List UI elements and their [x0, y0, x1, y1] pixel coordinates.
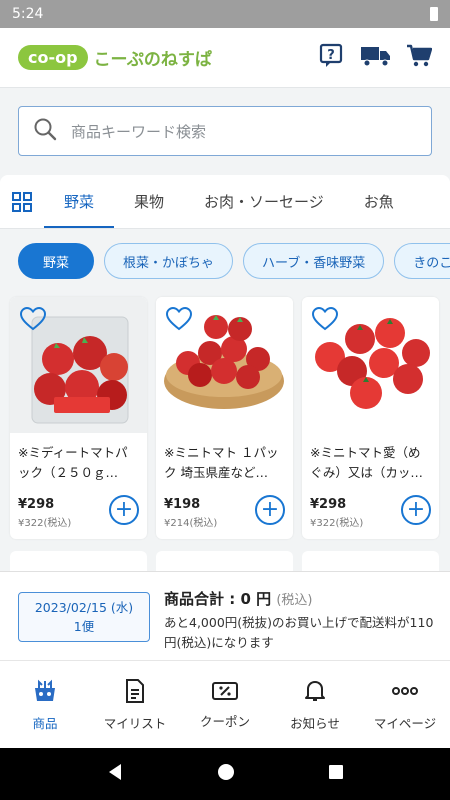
product-card[interactable]: ※ミニトマト愛（めぐみ）又は（カッ… ¥298 ¥322(税込) + — [302, 297, 439, 539]
product-name[interactable]: ※ミディートマトパック（２５０ｇ… — [10, 433, 147, 495]
product-card[interactable]: ※ミディートマトパック（２５０ｇ… ¥298 ¥322(税込) + — [10, 297, 147, 539]
coop-logo[interactable]: co-op — [18, 45, 88, 70]
favorite-heart-icon[interactable] — [19, 306, 47, 335]
nav-mylist-label: マイリスト — [103, 715, 167, 731]
nav-mylist[interactable]: マイリスト — [90, 661, 180, 748]
svg-text:?: ? — [327, 48, 335, 63]
product-price-tax: ¥322(税込) — [18, 518, 72, 529]
delivery-slot: 1便 — [73, 619, 95, 634]
product-name[interactable]: ※ミニトマト １パック 埼玉県産など… — [156, 433, 293, 495]
chip-root-vegetables[interactable]: 根菜・かぼちゃ — [104, 243, 234, 279]
product-price: ¥198 — [164, 497, 201, 512]
delivery-truck-icon[interactable] — [360, 44, 392, 72]
status-bar: 5:24 — [0, 0, 450, 28]
product-price: ¥298 — [18, 497, 55, 512]
category-tab-bar: 野菜 果物 お肉・ソーセージ お魚 — [0, 175, 450, 229]
product-image — [156, 297, 293, 433]
bottom-nav: 商品 マイリスト クーポン お知らせ マイページ — [0, 660, 450, 748]
shipping-note: あと4,000円(税抜)のお買い上げで配送料が110円(税込)になります — [164, 615, 434, 650]
nav-coupons[interactable]: クーポン — [180, 661, 270, 748]
system-nav-bar — [0, 748, 450, 800]
cart-total: 商品合計 : 0 円 (税込) — [164, 588, 434, 609]
search-placeholder: 商品キーワード検索 — [71, 122, 207, 141]
search-area: 商品キーワード検索 — [0, 88, 450, 174]
app-logo-text: こーぷのねすぱ — [93, 50, 212, 70]
delivery-date-button[interactable]: 2023/02/15 (水) 1便 — [18, 592, 150, 642]
product-price: ¥298 — [310, 497, 347, 512]
delivery-date: 2023/02/15 (水) — [34, 600, 134, 615]
cart-summary-bar: 2023/02/15 (水) 1便 商品合計 : 0 円 (税込) あと4,00… — [0, 571, 450, 660]
cart-total-label: 商品合計 : 0 円 — [164, 590, 272, 608]
product-image — [10, 297, 147, 433]
tab-fish[interactable]: お魚 — [344, 175, 414, 228]
nav-notifications[interactable]: お知らせ — [270, 661, 360, 748]
favorite-heart-icon[interactable] — [165, 306, 193, 335]
nav-mypage[interactable]: マイページ — [360, 661, 450, 748]
cart-total-tax: (税込) — [276, 593, 313, 608]
add-to-cart-button[interactable]: + — [255, 495, 285, 525]
add-to-cart-button[interactable]: + — [109, 495, 139, 525]
tab-vegetables[interactable]: 野菜 — [44, 175, 115, 228]
help-chat-icon[interactable]: ? — [318, 42, 346, 74]
add-to-cart-button[interactable]: + — [401, 495, 431, 525]
search-icon — [33, 117, 57, 145]
recents-icon[interactable] — [328, 764, 344, 784]
chip-mushrooms[interactable]: きのこ — [394, 243, 450, 279]
search-input[interactable]: 商品キーワード検索 — [18, 106, 432, 156]
back-icon[interactable] — [106, 763, 124, 785]
list-icon — [123, 678, 147, 707]
status-time: 5:24 — [12, 6, 44, 22]
home-icon[interactable] — [217, 763, 235, 785]
tab-meat-sausage[interactable]: お肉・ソーセージ — [184, 175, 344, 228]
nav-products[interactable]: 商品 — [0, 661, 90, 748]
chip-vegetables[interactable]: 野菜 — [18, 243, 95, 279]
bell-icon — [303, 678, 327, 707]
app-header: co-op こーぷのねすぱ ? — [0, 28, 450, 88]
product-price-tax: ¥214(税込) — [164, 518, 218, 529]
product-name[interactable]: ※ミニトマト愛（めぐみ）又は（カッ… — [302, 433, 439, 495]
product-grid: ※ミディートマトパック（２５０ｇ… ¥298 ¥322(税込) + ※ミニトマト… — [10, 297, 440, 539]
nav-mypage-label: マイページ — [373, 715, 437, 731]
nav-products-label: 商品 — [32, 715, 58, 731]
product-card[interactable]: ※ミニトマト １パック 埼玉県産など… ¥198 ¥214(税込) + — [156, 297, 293, 539]
chip-herbs[interactable]: ハーブ・香味野菜 — [243, 243, 385, 279]
product-price-tax: ¥322(税込) — [310, 518, 364, 529]
product-image — [302, 297, 439, 433]
basket-icon — [32, 678, 58, 707]
cart-icon[interactable] — [406, 44, 433, 72]
favorite-heart-icon[interactable] — [311, 306, 339, 335]
nav-notifications-label: お知らせ — [290, 715, 340, 731]
coupon-icon — [211, 680, 239, 705]
battery-icon — [430, 7, 438, 21]
subcategory-chips: 野菜 根菜・かぼちゃ ハーブ・香味野菜 きのこ — [0, 229, 450, 293]
nav-coupons-label: クーポン — [199, 713, 250, 729]
category-grid-icon[interactable] — [0, 191, 44, 213]
more-icon — [391, 678, 419, 707]
tab-fruits[interactable]: 果物 — [114, 175, 184, 228]
